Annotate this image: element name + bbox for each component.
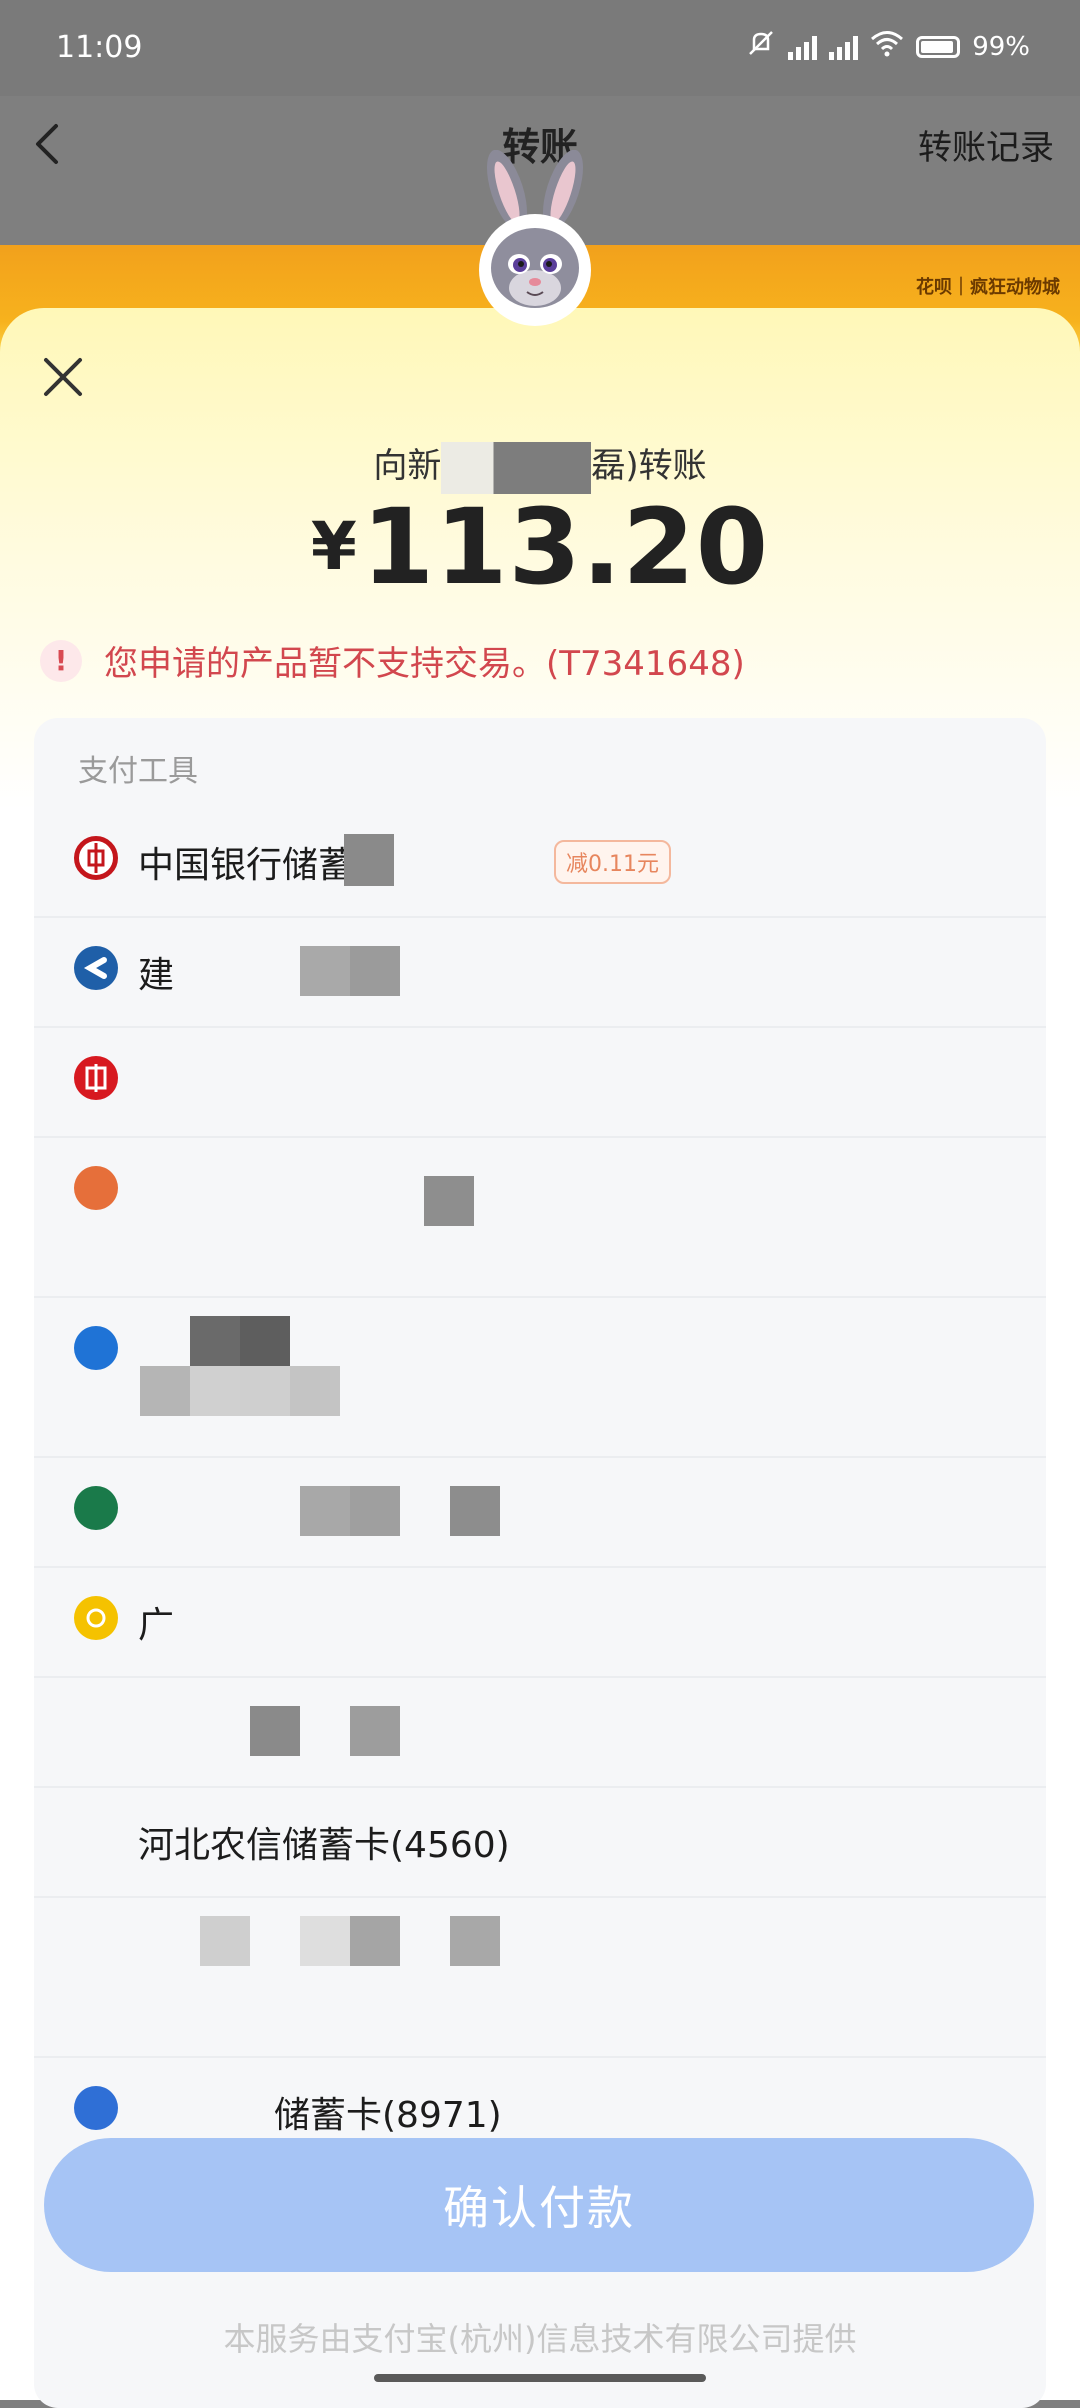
payment-option[interactable] — [34, 1026, 1046, 1138]
boc-bank-icon — [74, 836, 118, 880]
bank-icon — [74, 1596, 118, 1640]
error-text: 您申请的产品暂不支持交易。(T7341648) — [104, 644, 745, 684]
confirm-payment-button[interactable]: 确认付款 — [44, 2138, 1034, 2272]
payment-option[interactable]: 河北农信储蓄卡(4560) — [34, 1786, 1046, 1898]
status-icons: 99% — [746, 28, 1030, 65]
payment-sheet: 向新 磊)转账 ¥113.20 ! 您申请的产品暂不支持交易。(T7341648)… — [0, 149, 1080, 2408]
payment-option-label: 河北农信储蓄卡(4560) — [138, 1825, 510, 1866]
bank-icon — [74, 1166, 118, 1210]
bank-icon — [74, 1486, 118, 1530]
payment-option[interactable] — [34, 1676, 1046, 1788]
payment-option[interactable]: 中国银行储蓄 减0.11元 — [34, 806, 1046, 918]
ccb-bank-icon — [74, 946, 118, 990]
currency-symbol: ¥ — [310, 508, 358, 585]
payment-tool-header: 支付工具 — [78, 754, 198, 789]
transfer-amount: ¥113.20 — [0, 486, 1080, 608]
status-time: 11:09 — [56, 30, 143, 65]
service-provider-footer: 本服务由支付宝(杭州)信息技术有限公司提供 — [223, 2320, 857, 2358]
mascot-rabbit-image — [455, 149, 615, 330]
wifi-icon — [870, 29, 904, 64]
error-icon: ! — [40, 639, 82, 682]
bank-icon — [74, 1326, 118, 1370]
amount-value: 113.20 — [361, 486, 770, 608]
close-icon[interactable] — [38, 352, 88, 402]
mute-icon — [746, 28, 776, 65]
signal-icon-1 — [788, 34, 818, 60]
battery-level: 99% — [972, 31, 1030, 62]
payment-option[interactable] — [34, 1296, 1046, 1458]
payee-suffix: 磊)转账 — [591, 446, 707, 486]
payment-option-label: 储蓄卡(8971) — [274, 2095, 502, 2136]
discount-badge: 减0.11元 — [554, 840, 671, 884]
payee-prefix: 向新 — [373, 446, 442, 486]
bank-icon — [74, 2086, 118, 2130]
error-message: ! 您申请的产品暂不支持交易。(T7341648) — [40, 636, 745, 685]
payment-option-label: 广 — [138, 1605, 175, 1646]
payment-option[interactable] — [34, 1896, 1046, 2058]
home-indicator[interactable] — [374, 2374, 706, 2382]
status-bar: 11:09 99% — [0, 0, 1080, 96]
payment-option-label: 建 — [138, 955, 175, 996]
bank-icon — [74, 1926, 118, 1970]
banner-tag: 花呗｜疯狂动物城 — [916, 277, 1060, 298]
transfer-record-link[interactable]: 转账记录 — [918, 120, 1054, 169]
signal-icon-2 — [829, 34, 859, 60]
bank-icon — [74, 1706, 118, 1750]
battery-icon — [916, 35, 961, 58]
payment-option[interactable]: 广 — [34, 1566, 1046, 1678]
payment-option[interactable]: 建 — [34, 916, 1046, 1028]
bank-icon — [74, 1816, 118, 1860]
payment-option-label: 中国银行储蓄 — [138, 845, 355, 886]
payment-option[interactable] — [34, 1136, 1046, 1298]
payment-option[interactable] — [34, 1456, 1046, 1568]
citic-bank-icon — [74, 1056, 118, 1100]
